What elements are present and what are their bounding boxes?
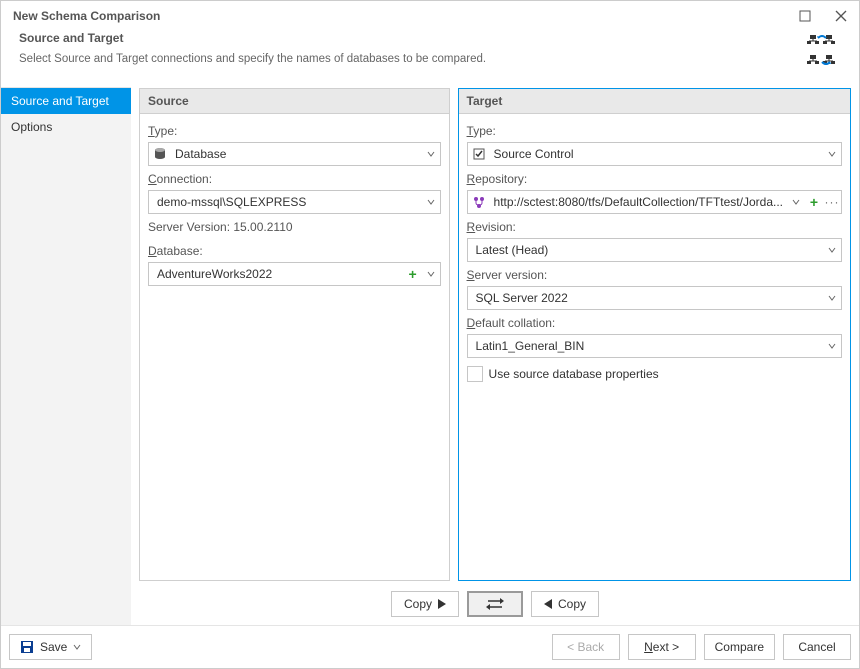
swap-button[interactable]: [467, 591, 523, 617]
target-type-select[interactable]: Source Control: [467, 142, 842, 166]
compare-button[interactable]: Compare: [704, 634, 775, 660]
source-database-select[interactable]: AdventureWorks2022 +: [148, 262, 441, 286]
target-repository-select[interactable]: http://sctest:8080/tfs/DefaultCollection…: [467, 190, 842, 214]
save-icon: [20, 640, 34, 654]
target-collation-select[interactable]: Latin1_General_BIN: [467, 334, 842, 358]
target-repository-value: http://sctest:8080/tfs/DefaultCollection…: [490, 195, 787, 209]
source-type-select[interactable]: Database: [148, 142, 441, 166]
page-description: Select Source and Target connections and…: [19, 53, 799, 65]
sidebar-item-label: Source and Target: [11, 94, 109, 108]
button-label: Compare: [715, 640, 764, 654]
repo-icon: [468, 195, 490, 209]
sidebar: Source and Target Options: [1, 87, 131, 625]
arrow-right-icon: [438, 599, 446, 609]
target-revision-label: Revision:: [467, 220, 842, 234]
source-panel: Source Type: Database Connection: d: [139, 88, 450, 581]
next-button[interactable]: Next >: [628, 634, 696, 660]
copy-row: Copy Copy: [139, 581, 851, 617]
sidebar-item-options[interactable]: Options: [1, 114, 131, 140]
source-type-label: Type:: [148, 124, 441, 138]
button-label: < Back: [567, 640, 604, 654]
chevron-down-icon: [422, 198, 440, 206]
swap-icon: [486, 598, 504, 610]
titlebar: New Schema Comparison: [1, 1, 859, 23]
target-repository-label: Repository:: [467, 172, 842, 186]
source-database-value: AdventureWorks2022: [149, 267, 404, 281]
checkbox-icon: [467, 366, 483, 382]
maximize-icon[interactable]: [799, 10, 811, 22]
chevron-down-icon: [73, 643, 81, 651]
target-revision-select[interactable]: Latest (Head): [467, 238, 842, 262]
back-button[interactable]: < Back: [552, 634, 620, 660]
compare-schema-icon: [799, 31, 841, 71]
source-panel-title: Source: [140, 89, 449, 114]
copy-left-button[interactable]: Copy: [531, 591, 599, 617]
target-revision-value: Latest (Head): [468, 243, 823, 257]
arrow-left-icon: [544, 599, 552, 609]
use-source-props-checkbox[interactable]: Use source database properties: [467, 362, 842, 386]
target-collation-label: Default collation:: [467, 316, 842, 330]
chevron-down-icon: [422, 150, 440, 158]
sidebar-item-source-target[interactable]: Source and Target: [1, 88, 131, 114]
source-connection-label: Connection:: [148, 172, 441, 186]
plus-icon[interactable]: +: [404, 266, 422, 282]
chevron-down-icon: [823, 150, 841, 158]
plus-icon[interactable]: +: [805, 194, 823, 210]
target-panel-title: Target: [459, 89, 850, 114]
source-connection-select[interactable]: demo-mssql\SQLEXPRESS: [148, 190, 441, 214]
sidebar-item-label: Options: [11, 120, 52, 134]
source-control-icon: [468, 147, 490, 161]
save-button[interactable]: Save: [9, 634, 92, 660]
button-label: Copy: [558, 597, 586, 611]
button-label: Next >: [644, 640, 679, 654]
page-title: Source and Target: [19, 31, 799, 45]
source-server-version: Server Version: 15.00.2110: [148, 218, 441, 238]
target-server-version-select[interactable]: SQL Server 2022: [467, 286, 842, 310]
target-server-version-value: SQL Server 2022: [468, 291, 823, 305]
chevron-down-icon: [422, 270, 440, 278]
source-database-label: Database:: [148, 244, 441, 258]
chevron-down-icon: [823, 246, 841, 254]
target-server-version-label: Server version:: [467, 268, 842, 282]
target-type-label: Type:: [467, 124, 842, 138]
chevron-down-icon: [823, 342, 841, 350]
chevron-down-icon: [787, 198, 805, 206]
window-title: New Schema Comparison: [13, 9, 799, 23]
target-type-value: Source Control: [490, 147, 823, 161]
copy-right-button[interactable]: Copy: [391, 591, 459, 617]
database-icon: [149, 147, 171, 161]
target-collation-value: Latin1_General_BIN: [468, 339, 823, 353]
source-type-value: Database: [171, 147, 422, 161]
button-label: Copy: [404, 597, 432, 611]
more-icon[interactable]: ···: [823, 195, 841, 209]
target-panel: Target Type: Source Control Repository:: [458, 88, 851, 581]
header: Source and Target Select Source and Targ…: [1, 23, 859, 87]
source-connection-value: demo-mssql\SQLEXPRESS: [149, 195, 422, 209]
footer: Save < Back Next > Compare Cancel: [1, 625, 859, 668]
button-label: Cancel: [798, 640, 835, 654]
close-icon[interactable]: [835, 10, 847, 22]
use-source-props-label: Use source database properties: [489, 367, 659, 381]
button-label: Save: [40, 640, 67, 654]
cancel-button[interactable]: Cancel: [783, 634, 851, 660]
chevron-down-icon: [823, 294, 841, 302]
